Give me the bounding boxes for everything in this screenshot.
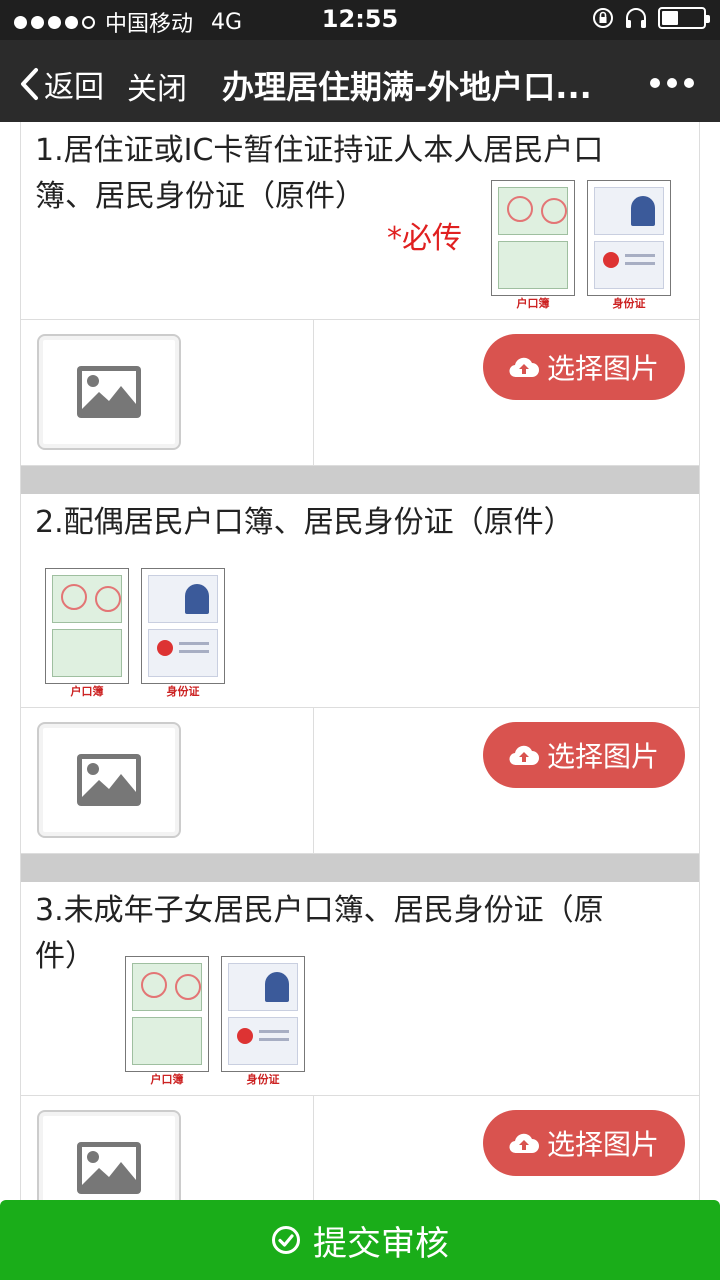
required-mark: *必传 bbox=[387, 221, 462, 256]
question-block: 2.配偶居民户口簿、居民身份证（原件） 户口簿 身份证 bbox=[21, 494, 699, 708]
hukou-example-image: 户口簿 bbox=[45, 568, 129, 698]
choose-image-label: 选择图片 bbox=[546, 740, 659, 773]
back-label: 返回 bbox=[44, 70, 104, 105]
idcard-example-image: 身份证 bbox=[141, 568, 225, 698]
section-gap bbox=[21, 854, 699, 882]
upload-row: 选择图片 bbox=[21, 708, 699, 854]
example-images: 户口簿 身份证 bbox=[125, 956, 305, 1086]
hukou-example-image: 户口簿 bbox=[125, 956, 209, 1086]
check-circle-icon bbox=[272, 1226, 300, 1254]
choose-image-button[interactable]: 选择图片 bbox=[483, 334, 685, 400]
upload-section-2: 2.配偶居民户口簿、居民身份证（原件） 户口簿 身份证 选择图片 bbox=[20, 494, 700, 882]
headphones-icon bbox=[626, 8, 646, 28]
choose-image-label: 选择图片 bbox=[546, 1128, 659, 1161]
image-placeholder-icon[interactable] bbox=[37, 334, 181, 450]
idcard-example-image: 身份证 bbox=[587, 180, 671, 310]
form-content[interactable]: 1.居住证或IC卡暂住证持证人本人居民户口簿、居民身份证（原件） *必传 户口簿… bbox=[20, 122, 700, 1280]
idcard-example-label: 身份证 bbox=[246, 1073, 280, 1086]
more-menu-button[interactable] bbox=[650, 78, 694, 88]
section-gap bbox=[21, 466, 699, 494]
cloud-upload-icon bbox=[509, 357, 539, 378]
question-text: 2.配偶居民户口簿、居民身份证（原件） bbox=[35, 505, 574, 540]
hukou-example-label: 户口簿 bbox=[516, 297, 550, 310]
idcard-example-label: 身份证 bbox=[612, 297, 646, 310]
choose-image-label: 选择图片 bbox=[546, 352, 659, 385]
upload-section-3: 3.未成年子女居民户口簿、居民身份证（原件） 户口簿 身份证 选择图片 bbox=[20, 882, 700, 1242]
submit-review-button[interactable]: 提交审核 bbox=[0, 1200, 720, 1280]
question-block: 3.未成年子女居民户口簿、居民身份证（原件） 户口簿 身份证 bbox=[21, 882, 699, 1096]
example-images: 户口簿 身份证 bbox=[45, 568, 225, 698]
close-button[interactable]: 关闭 bbox=[127, 64, 187, 108]
example-images: 户口簿 身份证 bbox=[491, 180, 671, 310]
idcard-example-image: 身份证 bbox=[221, 956, 305, 1086]
rotation-lock-icon bbox=[593, 8, 613, 28]
upload-section-1: 1.居住证或IC卡暂住证持证人本人居民户口簿、居民身份证（原件） *必传 户口簿… bbox=[20, 122, 700, 494]
nav-bar: 返回 关闭 办理居住期满-外地户口... bbox=[0, 40, 720, 122]
hukou-example-label: 户口簿 bbox=[150, 1073, 184, 1086]
status-bar: 中国移动 4G 12:55 bbox=[0, 0, 720, 40]
hukou-example-label: 户口簿 bbox=[70, 685, 104, 698]
cloud-upload-icon bbox=[509, 1133, 539, 1154]
chevron-left-icon bbox=[21, 68, 38, 100]
choose-image-button[interactable]: 选择图片 bbox=[483, 722, 685, 788]
idcard-example-label: 身份证 bbox=[166, 685, 200, 698]
question-block: 1.居住证或IC卡暂住证持证人本人居民户口簿、居民身份证（原件） *必传 户口簿… bbox=[21, 122, 699, 320]
back-button[interactable]: 返回 bbox=[18, 62, 104, 106]
cloud-upload-icon bbox=[509, 745, 539, 766]
choose-image-button[interactable]: 选择图片 bbox=[483, 1110, 685, 1176]
upload-row: 选择图片 bbox=[21, 320, 699, 466]
battery-icon bbox=[658, 7, 710, 29]
page-title: 办理居住期满-外地户口... bbox=[222, 68, 592, 106]
submit-label: 提交审核 bbox=[313, 1223, 449, 1264]
image-placeholder-icon[interactable] bbox=[37, 722, 181, 838]
hukou-example-image: 户口簿 bbox=[491, 180, 575, 310]
